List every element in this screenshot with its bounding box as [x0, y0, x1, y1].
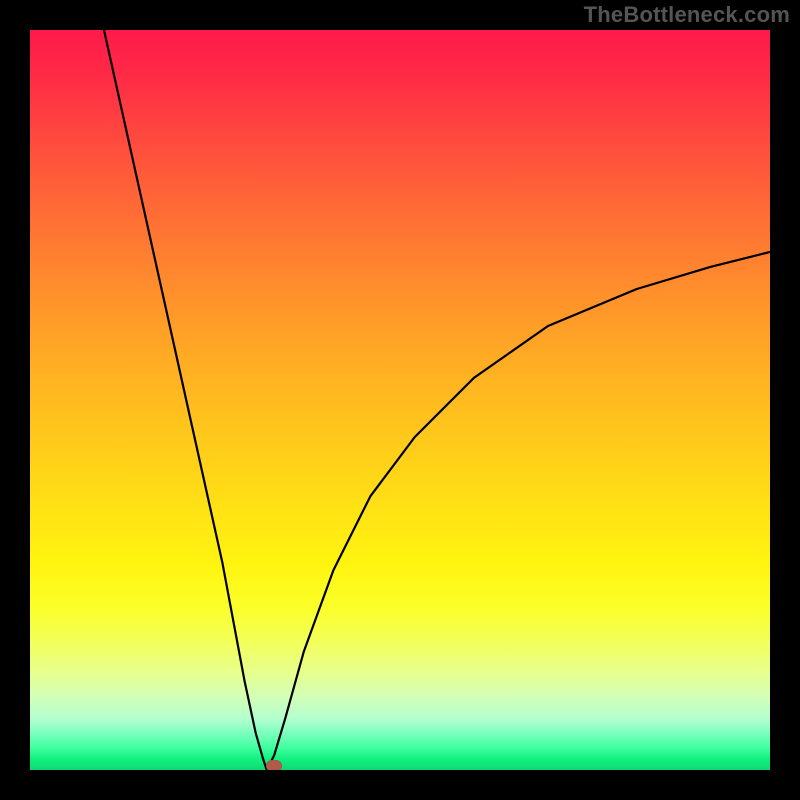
- watermark-text: TheBottleneck.com: [584, 2, 790, 28]
- chart-frame: TheBottleneck.com: [0, 0, 800, 800]
- heat-gradient-bg: [30, 30, 770, 770]
- valley-marker-icon: [266, 760, 282, 770]
- plot-area: [30, 30, 770, 770]
